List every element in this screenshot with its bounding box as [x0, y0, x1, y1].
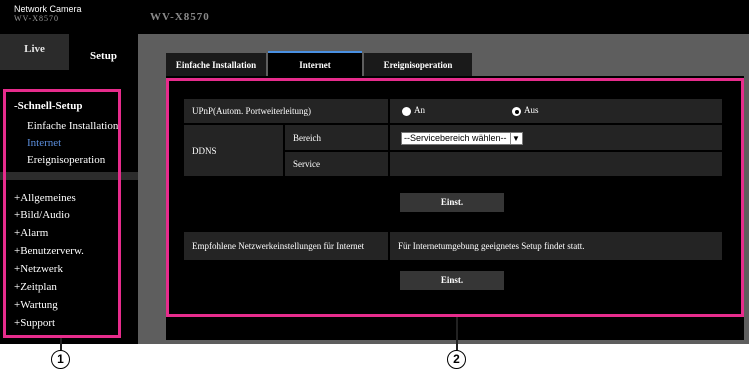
highlight-box-menu — [3, 89, 121, 338]
tab-einfache-installation[interactable]: Einfache Installation — [166, 53, 266, 76]
callout-line-1 — [60, 338, 62, 350]
brand-name: Network Camera — [14, 4, 82, 14]
highlight-box-settings — [166, 78, 744, 317]
model-title: WV-X8570 — [150, 11, 210, 23]
callout-line-2 — [456, 317, 458, 350]
tab-setup[interactable]: Setup — [69, 34, 138, 70]
callout-number-2: 2 — [447, 350, 466, 369]
model-subtitle: WV-X8570 — [14, 14, 60, 23]
tab-ereignisoperation[interactable]: Ereignisoperation — [364, 53, 472, 76]
tab-live[interactable]: Live — [0, 34, 69, 70]
tab-internet[interactable]: Internet — [268, 51, 362, 76]
callout-number-1: 1 — [51, 350, 70, 369]
top-bar — [0, 0, 749, 34]
